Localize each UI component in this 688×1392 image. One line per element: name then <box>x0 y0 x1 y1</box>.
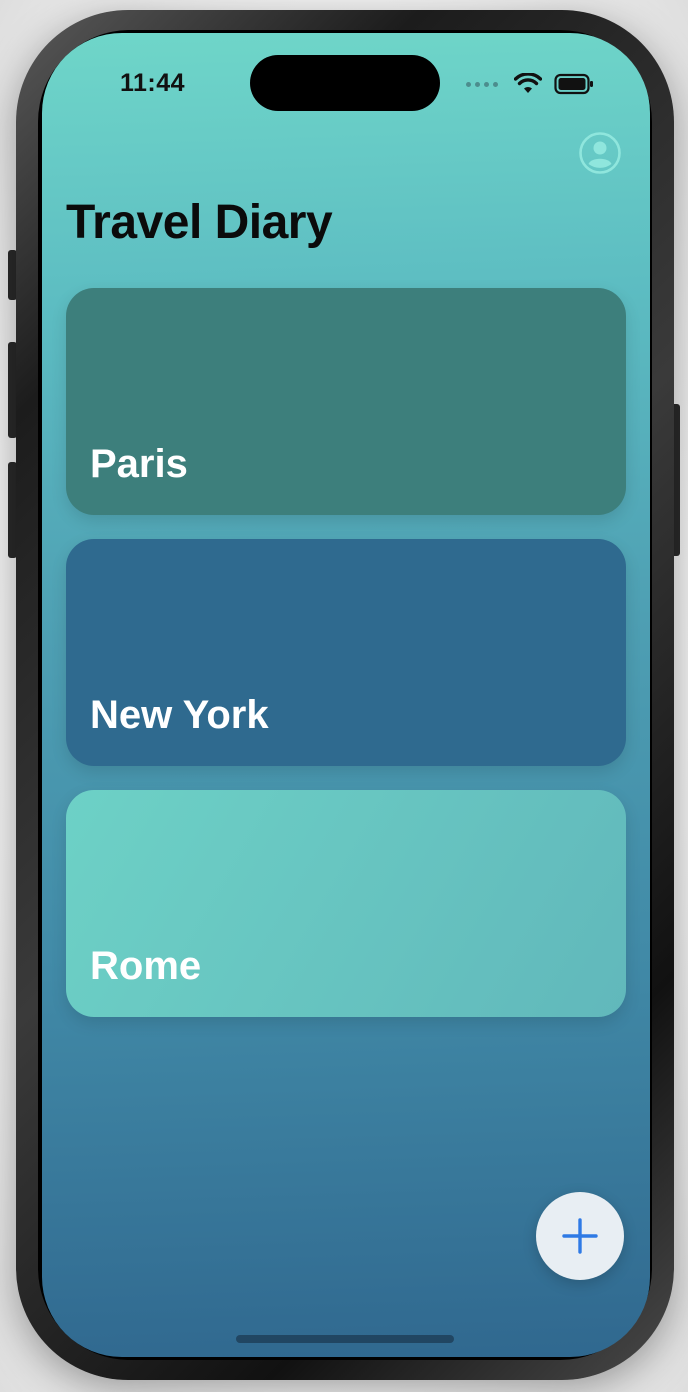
cellular-signal-icon <box>466 81 498 87</box>
home-indicator[interactable] <box>236 1335 454 1343</box>
person-circle-icon <box>579 132 621 174</box>
page-title: Travel Diary <box>66 196 333 249</box>
plus-icon <box>562 1218 598 1254</box>
trip-list: Paris New York Rome <box>66 288 626 1041</box>
add-trip-button[interactable] <box>536 1192 624 1280</box>
status-time: 11:44 <box>120 69 186 97</box>
trip-card-label: New York <box>90 693 269 737</box>
trip-card-new-york[interactable]: New York <box>66 539 626 766</box>
app-screen: 11:44 Travel Diary Paris New York Rome <box>42 33 650 1357</box>
profile-button[interactable] <box>578 131 622 175</box>
trip-card-label: Rome <box>90 944 202 988</box>
battery-icon <box>554 73 593 95</box>
trip-card-rome[interactable]: Rome <box>66 790 626 1017</box>
dynamic-island <box>250 55 440 111</box>
trip-card-paris[interactable]: Paris <box>66 288 626 515</box>
status-indicators <box>466 71 594 97</box>
trip-card-label: Paris <box>90 442 188 486</box>
wifi-icon <box>514 73 542 93</box>
